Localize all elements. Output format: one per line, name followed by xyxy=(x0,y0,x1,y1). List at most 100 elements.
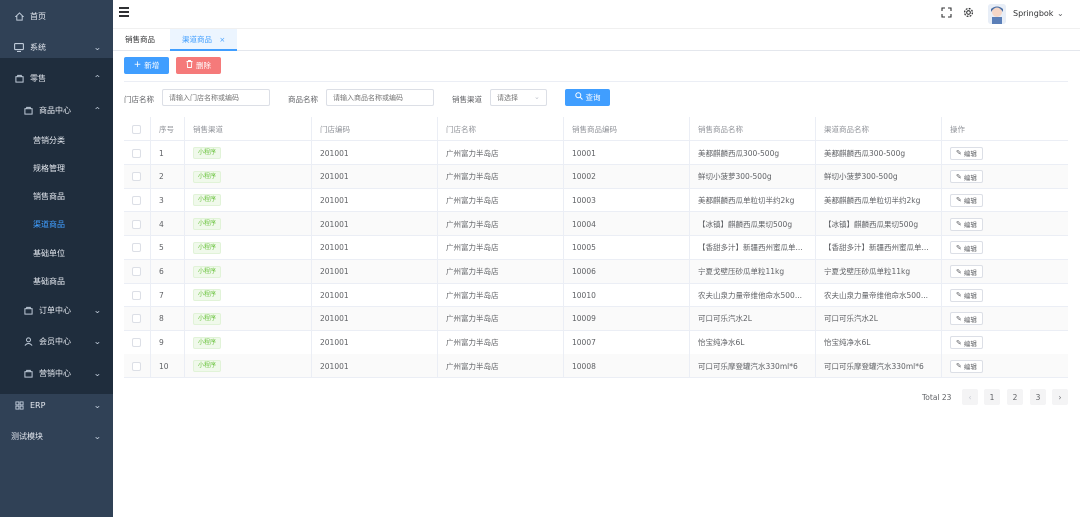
row-checkbox[interactable] xyxy=(132,361,141,371)
cell-store-name: 广州富力半岛店 xyxy=(438,141,564,165)
header-cell: 销售渠道 xyxy=(185,117,312,141)
sidebar-item-channel-product[interactable]: 渠道商品 xyxy=(0,210,113,238)
cell-store-name: 广州富力半岛店 xyxy=(438,164,564,189)
edit-button[interactable]: ✎ 编辑 xyxy=(950,170,983,184)
edit-button[interactable]: ✎ 编辑 xyxy=(950,217,983,231)
edit-button[interactable]: ✎ 编辑 xyxy=(950,146,983,160)
row-checkbox[interactable] xyxy=(132,148,141,158)
actions-cell: ✎ 编辑 xyxy=(942,354,1068,378)
cell-no: 6 xyxy=(151,259,185,284)
row-checkbox[interactable] xyxy=(132,267,141,276)
fullscreen-icon[interactable] xyxy=(940,7,952,19)
edit-icon: ✎ xyxy=(956,220,962,229)
query-button[interactable]: 查询 xyxy=(565,89,610,106)
table-row: 2 小程序 201001 广州富力半岛店 10002 鲜切小菠萝300-500g 鲜切小菠萝… xyxy=(124,164,1068,189)
edit-button[interactable]: ✎ 编辑 xyxy=(950,359,983,373)
sidebar-item-sales-product[interactable]: 销售商品 xyxy=(0,182,113,210)
cell-no: 4 xyxy=(151,212,185,237)
sidebar-item-system[interactable]: 系统 ⌄ xyxy=(0,33,113,61)
top-header: Springbok ⌄ xyxy=(113,0,1080,29)
add-button-label: 新增 xyxy=(144,61,160,70)
cell-name: 怡宝纯净水6L xyxy=(690,330,816,355)
row-checkbox[interactable] xyxy=(132,314,141,324)
row-checkbox[interactable] xyxy=(132,243,141,253)
table-header: 序号 销售渠道 门店编码 门店名称 销售商品编码 销售商品名称 渠道商品名称 操… xyxy=(124,117,1068,141)
cell-store-name: 广州富力半岛店 xyxy=(438,235,564,260)
cell-sku: 10001 xyxy=(564,141,690,165)
row-checkbox[interactable] xyxy=(132,290,141,300)
store-name-input[interactable] xyxy=(162,89,270,106)
pagination-prev-button[interactable]: ‹ xyxy=(962,389,978,405)
close-icon[interactable]: × xyxy=(219,36,225,44)
sidebar-item-erp[interactable]: ERP ⌄ xyxy=(0,391,113,419)
edit-button[interactable]: ✎ 编辑 xyxy=(950,265,983,278)
edit-button[interactable]: ✎ 编辑 xyxy=(950,241,983,255)
avatar[interactable] xyxy=(988,4,1006,24)
sidebar-item-order-center[interactable]: 订单中心 ⌄ xyxy=(0,296,113,324)
username-label[interactable]: Springbok xyxy=(1013,9,1053,18)
sidebar-item-marketing-category[interactable]: 营销分类 xyxy=(0,126,113,154)
channel-cell: 小程序 xyxy=(185,354,312,379)
pagination-page-3[interactable]: 3 xyxy=(1030,389,1046,405)
add-button[interactable]: + 新增 xyxy=(124,57,169,74)
edit-button[interactable]: ✎ 编辑 xyxy=(950,288,983,302)
channel-cell: 小程序 xyxy=(185,188,312,213)
row-checkbox[interactable] xyxy=(132,172,141,182)
actions-cell: ✎ 编辑 xyxy=(942,212,1068,236)
actions-cell: ✎ 编辑 xyxy=(942,236,1068,260)
tab-sales-product[interactable]: 销售商品 xyxy=(113,29,167,51)
cell-sku: 10002 xyxy=(564,164,690,189)
header-cell: 渠道商品名称 xyxy=(816,117,942,141)
sales-channel-label: 销售渠道 xyxy=(452,95,482,104)
plus-icon: + xyxy=(133,60,142,70)
cell-store-name: 广州富力半岛店 xyxy=(438,259,564,284)
sidebar-item-label: 营销中心 xyxy=(39,368,71,378)
product-name-input[interactable] xyxy=(326,89,434,106)
sidebar-item-marketing-center[interactable]: 营销中心 ⌄ xyxy=(0,359,113,387)
settings-gear-icon[interactable] xyxy=(962,7,974,19)
hamburger-icon[interactable] xyxy=(119,7,129,17)
chevron-down-icon[interactable]: ⌄ xyxy=(1057,9,1064,18)
sidebar-item-home[interactable]: 首页 xyxy=(0,2,113,30)
sidebar-item-product-center[interactable]: 商品中心 ⌃ xyxy=(0,96,113,124)
edit-button[interactable]: ✎ 编辑 xyxy=(950,193,983,207)
edit-button[interactable]: ✎ 编辑 xyxy=(950,312,983,326)
row-checkbox[interactable] xyxy=(132,338,141,348)
edit-button[interactable]: ✎ 编辑 xyxy=(950,336,983,350)
edit-icon: ✎ xyxy=(956,172,962,181)
cell-sku: 10005 xyxy=(564,235,690,260)
sidebar-item-retail[interactable]: 零售 ⌃ xyxy=(0,64,113,92)
edit-button-label: 编辑 xyxy=(963,197,977,206)
select-all-cell xyxy=(124,117,151,141)
row-select-cell xyxy=(124,141,151,165)
sidebar-item-base-unit[interactable]: 基础单位 xyxy=(0,239,113,267)
delete-button[interactable]: 删除 xyxy=(176,57,221,74)
chevron-down-icon: ⌄ xyxy=(534,93,540,101)
chevron-down-icon: ⌄ xyxy=(93,336,102,346)
row-checkbox[interactable] xyxy=(132,195,141,205)
cell-sku: 10004 xyxy=(564,212,690,237)
search-icon xyxy=(574,92,583,103)
sidebar-item-test-module[interactable]: 测试模块 ⌄ xyxy=(0,422,113,450)
actions-cell: ✎ 编辑 xyxy=(942,165,1068,189)
channel-cell: 小程序 xyxy=(185,235,312,260)
toolbar-divider xyxy=(124,81,1068,82)
pagination-page-1[interactable]: 1 xyxy=(984,389,1000,405)
sidebar: 首页 系统 ⌄ 零售 ⌃ 商品中心 ⌃ 营销分类 规格管理 销售商品 渠道商品 … xyxy=(0,0,113,517)
actions-cell: ✎ 编辑 xyxy=(942,331,1068,355)
pagination-page-2[interactable]: 2 xyxy=(1007,389,1023,405)
cell-sku: 10008 xyxy=(564,354,690,379)
select-all-checkbox[interactable] xyxy=(132,124,141,134)
channel-badge: 小程序 xyxy=(193,147,222,159)
tab-channel-product[interactable]: 渠道商品 × xyxy=(170,29,238,51)
sidebar-item-member-center[interactable]: 会员中心 ⌄ xyxy=(0,327,113,355)
edit-button-label: 编辑 xyxy=(963,173,977,182)
sidebar-item-base-product[interactable]: 基础商品 xyxy=(0,267,113,295)
shop-icon xyxy=(13,74,25,83)
pagination-next-button[interactable]: › xyxy=(1052,389,1068,405)
tab-label: 销售商品 xyxy=(125,35,155,44)
cell-store-code: 201001 xyxy=(312,188,438,213)
sidebar-item-spec-management[interactable]: 规格管理 xyxy=(0,154,113,182)
row-checkbox[interactable] xyxy=(132,219,141,229)
chevron-down-icon: ⌄ xyxy=(93,305,102,315)
